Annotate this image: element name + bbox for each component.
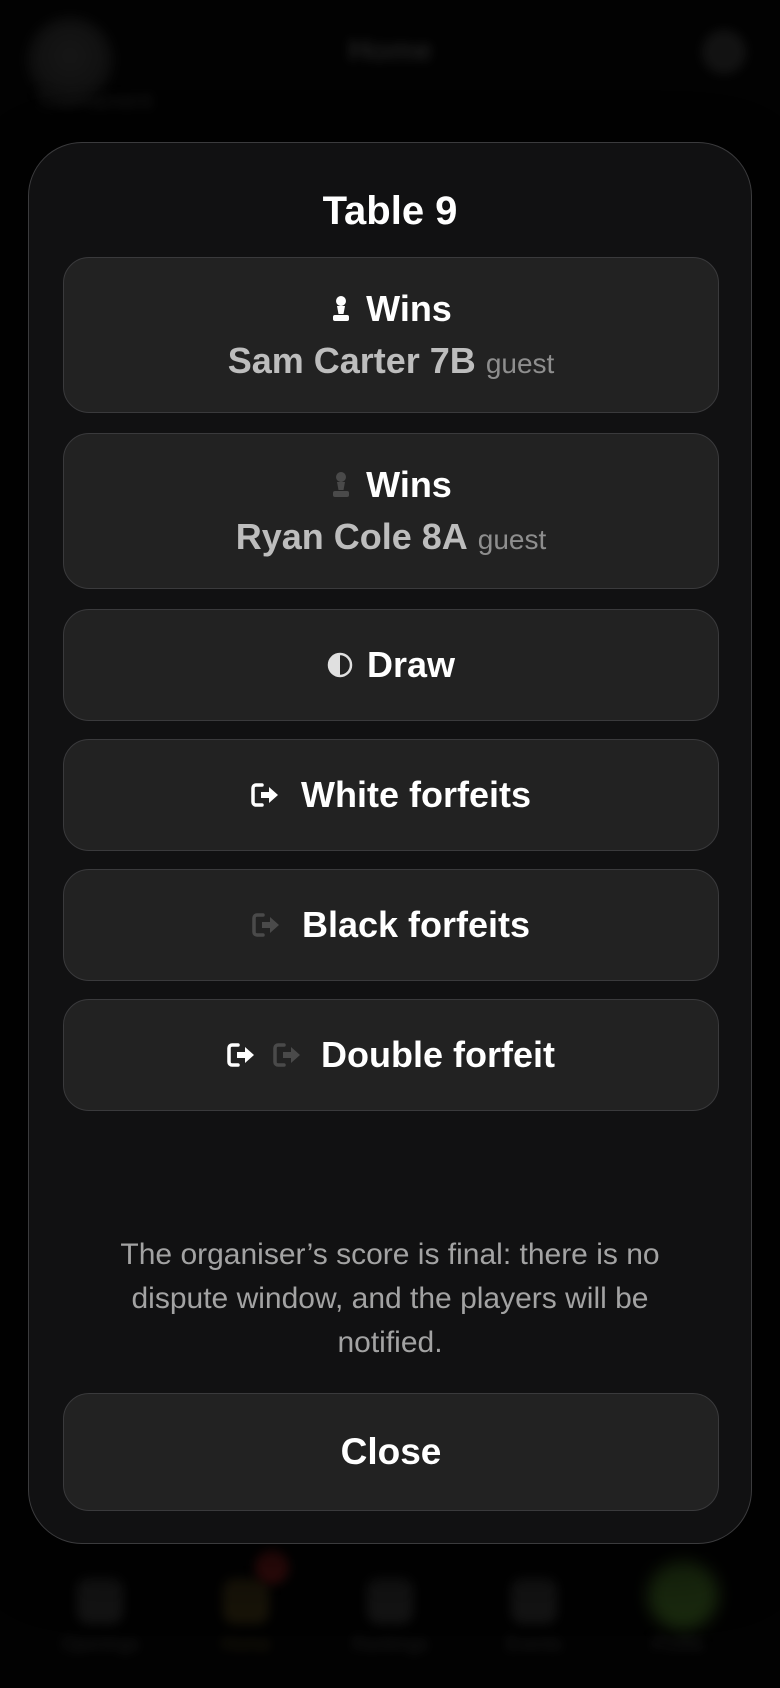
white-exit-icon [251,782,281,808]
black-player-name: Ryan Cole 8A [235,516,468,557]
result-modal: Table 9 Wins Sam Carter 7B guest Wins Ry… [28,142,752,1544]
black-wins-button[interactable]: Wins Ryan Cole 8A guest [63,433,719,589]
double-exit-icon [227,1042,303,1068]
black-forfeits-label: Black forfeits [301,904,531,945]
white-pawn-icon [330,295,352,323]
white-forfeits-button[interactable]: White forfeits [63,739,719,851]
white-wins-button[interactable]: Wins Sam Carter 7B guest [63,257,719,413]
screen: Home Tournament Openings Home Rankings E… [0,0,780,1688]
white-player-tag: guest [485,348,555,379]
double-forfeit-label: Double forfeit [321,1034,555,1075]
draw-label: Draw [366,644,456,685]
black-wins-label: Wins [366,464,452,505]
white-wins-label: Wins [366,288,452,329]
black-exit-icon [252,912,282,938]
double-forfeit-button[interactable]: Double forfeit [63,999,719,1111]
black-player-tag: guest [477,524,547,555]
close-button[interactable]: Close [63,1393,719,1511]
white-forfeits-label: White forfeits [301,774,531,815]
modal-title: Table 9 [322,189,458,233]
black-forfeits-button[interactable]: Black forfeits [63,869,719,981]
close-label: Close [340,1431,442,1472]
white-player-name: Sam Carter 7B [227,340,476,381]
score-final-note: The organiser’s score is final: there is… [120,1238,660,1359]
draw-button[interactable]: Draw [63,609,719,721]
half-circle-icon [327,652,353,678]
black-pawn-icon [330,471,352,499]
